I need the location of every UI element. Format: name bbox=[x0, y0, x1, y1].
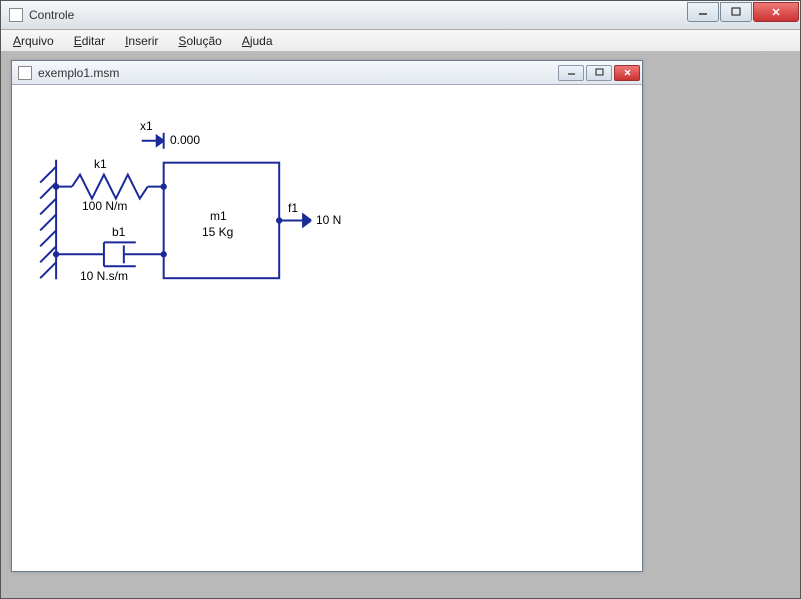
mass-label: m1 bbox=[210, 209, 227, 223]
force-value: 10 N bbox=[316, 213, 341, 227]
position-value: 0.000 bbox=[170, 133, 200, 147]
child-close-button[interactable] bbox=[614, 65, 640, 81]
spring-value: 100 N/m bbox=[82, 199, 127, 213]
menu-editar[interactable]: Editar bbox=[66, 32, 113, 50]
maximize-button[interactable] bbox=[720, 2, 752, 22]
mdi-area: exemplo1.msm bbox=[1, 52, 800, 598]
child-minimize-button[interactable] bbox=[558, 65, 584, 81]
window-buttons bbox=[687, 1, 800, 29]
child-title: exemplo1.msm bbox=[38, 66, 558, 80]
damper-value: 10 N.s/m bbox=[80, 269, 128, 283]
menu-solucao[interactable]: Solução bbox=[170, 32, 229, 50]
app-title: Controle bbox=[29, 8, 687, 22]
position-label: x1 bbox=[140, 119, 153, 133]
main-titlebar: Controle bbox=[1, 1, 800, 30]
doc-icon bbox=[18, 66, 32, 80]
menu-ajuda[interactable]: Ajuda bbox=[234, 32, 281, 50]
app-icon bbox=[9, 8, 23, 22]
child-maximize-button[interactable] bbox=[586, 65, 612, 81]
damper-label: b1 bbox=[112, 225, 125, 239]
menu-bar: Arquivo Editar Inserir Solução Ajuda bbox=[1, 30, 800, 52]
mass-value: 15 Kg bbox=[202, 225, 233, 239]
spring-label: k1 bbox=[94, 157, 107, 171]
force-label: f1 bbox=[288, 201, 298, 215]
menu-inserir[interactable]: Inserir bbox=[117, 32, 166, 50]
child-window-buttons bbox=[558, 65, 642, 81]
diagram-canvas[interactable]: x1 0.000 k1 100 N/m b1 10 N.s/m m1 15 Kg… bbox=[12, 85, 642, 571]
child-window: exemplo1.msm bbox=[11, 60, 643, 572]
minimize-button[interactable] bbox=[687, 2, 719, 22]
menu-arquivo[interactable]: Arquivo bbox=[5, 32, 62, 50]
close-button[interactable] bbox=[753, 2, 799, 22]
child-titlebar: exemplo1.msm bbox=[12, 61, 642, 85]
